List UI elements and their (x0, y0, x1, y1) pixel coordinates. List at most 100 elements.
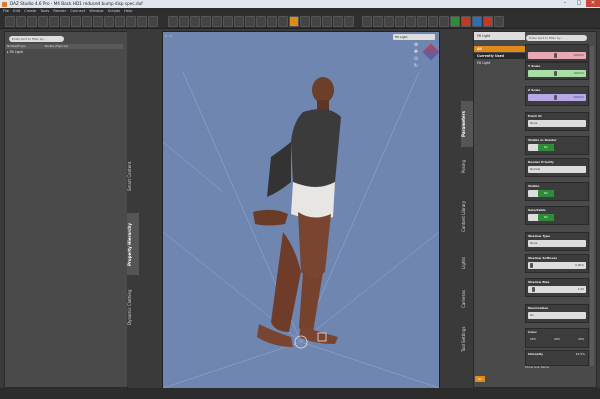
node-selector[interactable]: Fill Light (474, 32, 525, 40)
menu-tools[interactable]: Tools (40, 9, 49, 13)
surface-selection-tool[interactable] (234, 16, 244, 27)
tab-tool-settings[interactable]: Tool Settings (461, 319, 473, 359)
tab-parameters[interactable]: Parameters (461, 101, 473, 147)
column-nodes[interactable]: Nodes/Props (7, 44, 26, 48)
selectable-toggle[interactable]: On (528, 214, 554, 221)
menu-create[interactable]: Create (24, 9, 36, 13)
slider-knob[interactable] (554, 53, 557, 58)
joint-editor-tool[interactable] (223, 16, 233, 27)
node-weight-tool[interactable] (245, 16, 255, 27)
universal-tool[interactable] (212, 16, 222, 27)
x-scale-slider[interactable]: 100.0% (528, 52, 586, 59)
shadow-bias-slider[interactable]: 1.00 (528, 286, 586, 293)
lights-tool[interactable] (417, 16, 427, 27)
menu-window[interactable]: Window (89, 9, 103, 13)
navigation-controls[interactable]: ⊕ ✥ ⊙ ↻ (413, 42, 419, 72)
distant-light-tool[interactable] (148, 16, 158, 27)
visible-render-toggle[interactable]: On (528, 144, 554, 151)
save-tool[interactable] (27, 16, 37, 27)
tab-content-library[interactable]: Content Library (461, 187, 473, 245)
menu-scripts[interactable]: Scripts (108, 9, 120, 13)
close-button[interactable]: ✕ (586, 0, 600, 7)
column-figures[interactable]: Nodes (Figures) (45, 44, 68, 48)
shaping-tool[interactable] (483, 16, 493, 27)
spot-render-tool[interactable] (267, 16, 277, 27)
left-search-input[interactable]: Enter text to filter by... (9, 36, 64, 42)
render-settings-tool[interactable] (60, 16, 70, 27)
morph-loader-tool[interactable] (333, 16, 343, 27)
parameters-tool[interactable] (384, 16, 394, 27)
maximize-button[interactable]: □ (572, 0, 586, 7)
scale-tool[interactable] (201, 16, 211, 27)
timeline-tool[interactable] (439, 16, 449, 27)
posing-tool[interactable] (472, 16, 482, 27)
render-library-tool[interactable] (461, 16, 471, 27)
menu-render[interactable]: Render (53, 9, 66, 13)
menu-connect[interactable]: Connect (70, 9, 85, 13)
y-scale-slider[interactable]: 100.0% (528, 70, 586, 77)
3d-viewport[interactable]: 1 : 4 Fill Light ⊕ ✥ ⊙ ↻ (162, 31, 440, 389)
visible-toggle[interactable]: On (528, 190, 554, 197)
go-button[interactable]: Go (475, 376, 485, 382)
transfer-utility-tool[interactable] (311, 16, 321, 27)
color-values[interactable]: 255 255 255 (530, 337, 584, 341)
show-sub-items-checkbox[interactable]: Show Sub Items (525, 365, 549, 369)
select-tool[interactable] (168, 16, 178, 27)
scene-tool[interactable] (406, 16, 416, 27)
color-b[interactable]: 255 (578, 337, 584, 341)
render-priority-dropdown[interactable]: Normal (528, 166, 586, 173)
active-pose-tool[interactable] (289, 16, 299, 27)
tab-property-hierarchy[interactable]: Property Hierarchy (127, 213, 139, 275)
translate-tool[interactable] (190, 16, 200, 27)
tab-cameras[interactable]: Cameras (461, 281, 473, 317)
illumination-dropdown[interactable]: On (528, 312, 586, 319)
render-tool[interactable] (71, 16, 81, 27)
nav-all[interactable]: All (474, 46, 525, 52)
powerpose-tool[interactable] (300, 16, 310, 27)
slider-knob[interactable] (530, 263, 533, 268)
rotate-tool[interactable] (179, 16, 189, 27)
surfaces-tool[interactable] (395, 16, 405, 27)
tab-dynamic-clothing[interactable]: Dynamic Clothing (127, 277, 139, 337)
content-library-tool[interactable] (373, 16, 383, 27)
menu-edit[interactable]: Edit (13, 9, 20, 13)
menu-file[interactable]: File (3, 9, 9, 13)
tab-lights[interactable]: Lights (461, 247, 473, 279)
slider-knob[interactable] (532, 287, 535, 292)
tab-smart-content[interactable]: Smart Content (127, 141, 139, 211)
nav-currently-used[interactable]: Currently Used (474, 53, 525, 59)
export-tool[interactable] (93, 16, 103, 27)
preview-tool[interactable] (115, 16, 125, 27)
open-tool[interactable] (16, 16, 26, 27)
spotlight-tool[interactable] (126, 16, 136, 27)
scripting-tool[interactable] (494, 16, 504, 27)
color-g[interactable]: 255 (554, 337, 560, 341)
param-search-input[interactable]: Enter text to filter by... (526, 35, 587, 41)
minimize-button[interactable]: – (558, 0, 572, 7)
menu-help[interactable]: Help (124, 9, 132, 13)
slider-knob[interactable] (554, 71, 557, 76)
shadow-softness-slider[interactable]: 0.00% (528, 262, 586, 269)
shadow-type-dropdown[interactable]: None (528, 240, 586, 247)
aniblocks-tool[interactable] (450, 16, 460, 27)
geometry-editor-tool[interactable] (256, 16, 266, 27)
point-light-tool[interactable] (137, 16, 147, 27)
new-scene-tool[interactable] (5, 16, 15, 27)
undo-tool[interactable] (38, 16, 48, 27)
slider-knob[interactable] (554, 95, 557, 100)
region-navigator-tool[interactable] (278, 16, 288, 27)
param-scrollbar[interactable] (590, 46, 594, 366)
camera-tool[interactable] (104, 16, 114, 27)
color-r[interactable]: 255 (530, 337, 536, 341)
tab-posing[interactable]: Posing (461, 149, 473, 185)
smart-content-tool[interactable] (362, 16, 372, 27)
nav-fill-light[interactable]: Fill Light (474, 60, 525, 66)
shader-mixer-tool[interactable] (344, 16, 354, 27)
import-tool[interactable] (82, 16, 92, 27)
camera-dropdown[interactable]: Fill Light (393, 34, 435, 40)
figure-setup-tool[interactable] (322, 16, 332, 27)
point-at-dropdown[interactable]: None (528, 120, 586, 127)
z-scale-slider[interactable]: 100.0% (528, 94, 586, 101)
cameras-tool[interactable] (428, 16, 438, 27)
tree-item-fill-light[interactable]: ▸ Fill Light (7, 50, 23, 54)
